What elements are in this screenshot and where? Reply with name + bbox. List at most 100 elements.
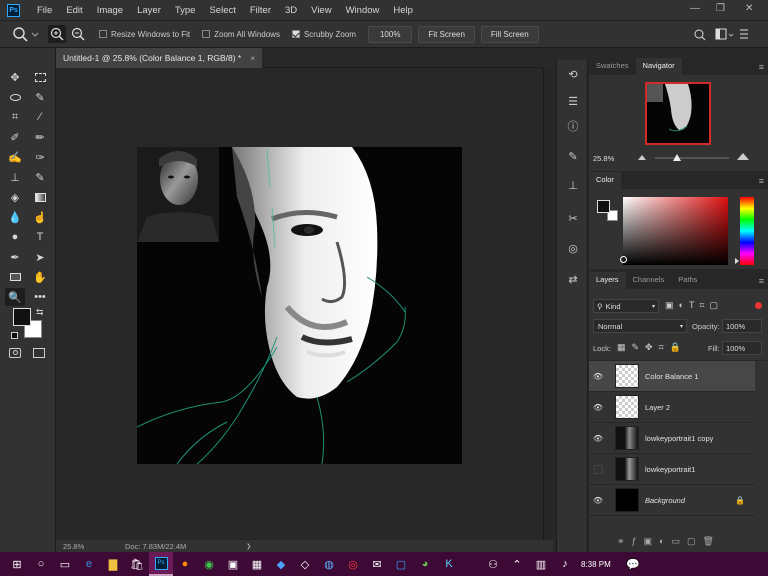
task-view-icon[interactable]: ▭ xyxy=(53,552,77,576)
dodge-tool-icon[interactable]: ● xyxy=(5,228,25,246)
document-canvas[interactable] xyxy=(137,147,462,464)
firefox-icon[interactable]: ● xyxy=(173,552,197,576)
restore-icon[interactable]: ❐ xyxy=(716,3,725,14)
close-tab-icon[interactable]: × xyxy=(250,53,255,63)
panel-menu-icon[interactable]: ≡ xyxy=(759,176,764,186)
color-foreground-swatch[interactable] xyxy=(597,200,610,213)
store-icon[interactable]: 🛍 xyxy=(125,552,149,576)
move-tool-icon[interactable]: ✥ xyxy=(5,68,25,86)
menu-filter[interactable]: Filter xyxy=(243,5,278,16)
menu-view[interactable]: View xyxy=(304,5,338,16)
zoom-tool-selected-icon[interactable]: 🔍 xyxy=(5,288,25,306)
canvas-area[interactable] xyxy=(56,68,543,540)
filter-toggle-icon[interactable] xyxy=(755,302,762,309)
visibility-off-box[interactable] xyxy=(589,464,607,474)
layer-row[interactable]: 👁 lowkeyportrait1 copy xyxy=(589,423,755,454)
scrubby-zoom-checkbox[interactable]: Scrubby Zoom xyxy=(291,30,356,39)
zoom-in-icon[interactable] xyxy=(48,25,66,43)
zoom-out-icon[interactable] xyxy=(69,25,87,43)
hue-slider[interactable] xyxy=(740,197,754,265)
pen-tool-icon[interactable]: ✒ xyxy=(5,248,25,266)
menu-help[interactable]: Help xyxy=(386,5,420,16)
menu-layer[interactable]: Layer xyxy=(130,5,168,16)
windows-start-icon[interactable]: ⊞ xyxy=(5,552,29,576)
edge-browser-icon[interactable]: e xyxy=(77,552,101,576)
file-explorer-icon[interactable]: ▇ xyxy=(101,552,125,576)
people-icon[interactable]: ⚇ xyxy=(481,552,505,576)
menu-file[interactable]: File xyxy=(30,5,59,16)
document-tab[interactable]: Untitled-1 @ 25.8% (Color Balance 1, RGB… xyxy=(56,48,262,68)
system-tray-icon[interactable]: ⌃ xyxy=(505,552,529,576)
layer-row[interactable]: 👁 Color Balance 1 xyxy=(589,361,755,392)
brushes-icon[interactable]: ✎ xyxy=(564,148,582,164)
tab-color[interactable]: Color xyxy=(589,172,621,189)
eye-icon[interactable]: 👁 xyxy=(589,403,607,412)
screen-mode-icon[interactable] xyxy=(33,348,45,358)
opacity-field[interactable]: 100% xyxy=(722,319,762,333)
eye-icon[interactable]: 👁 xyxy=(589,372,607,381)
eyedropper-tool-icon[interactable]: ⁄ xyxy=(30,108,50,126)
crop-tool-icon[interactable]: ⌗ xyxy=(5,108,25,126)
notification-icon[interactable]: 💬 xyxy=(621,552,645,576)
marquee-tool-icon[interactable] xyxy=(30,68,50,86)
layer-row[interactable]: 👁 Layer 2 xyxy=(589,392,755,423)
minimize-icon[interactable]: — xyxy=(690,3,700,14)
network-icon[interactable]: ▥ xyxy=(529,552,553,576)
foreground-color-swatch[interactable] xyxy=(13,308,31,326)
vertical-scrollbar[interactable] xyxy=(543,68,553,540)
history-brush-icon[interactable]: ✎ xyxy=(30,168,50,186)
zoom-out-mountain-icon[interactable] xyxy=(638,155,646,160)
app-icon[interactable]: ◎ xyxy=(341,552,365,576)
hue-slider-marker[interactable] xyxy=(735,258,739,264)
zoom-in-mountain-icon[interactable] xyxy=(737,153,749,160)
path-select-icon[interactable]: ➤ xyxy=(30,248,50,266)
app-icon[interactable]: ▣ xyxy=(221,552,245,576)
search-icon[interactable]: ○ xyxy=(29,552,53,576)
hand-tool-icon[interactable]: ✋ xyxy=(30,268,50,286)
app-icon[interactable]: ◆ xyxy=(269,552,293,576)
panel-menu-icon[interactable]: ≡ xyxy=(759,276,764,286)
blur-tool-icon[interactable]: 💧 xyxy=(5,208,25,226)
blend-mode-select[interactable]: Normal ▾ xyxy=(593,319,687,333)
tab-channels[interactable]: Channels xyxy=(626,272,672,289)
zoom-value-field[interactable]: 100% xyxy=(367,25,413,43)
fit-screen-button[interactable]: Fit Screen xyxy=(418,25,475,43)
photoshop-taskbar-icon[interactable]: Ps xyxy=(149,552,173,576)
navigator-zoom-slider[interactable] xyxy=(655,157,729,159)
lock-icons[interactable]: ▦✎✥⌗🔒 xyxy=(617,342,687,353)
more-tools-icon[interactable]: ••• xyxy=(30,288,50,306)
volume-icon[interactable]: ♪ xyxy=(553,552,577,576)
quick-select-tool-icon[interactable]: ✎ xyxy=(30,88,50,106)
tab-swatches[interactable]: Swatches xyxy=(589,58,636,75)
navigator-slider-thumb[interactable] xyxy=(673,154,682,161)
color-field[interactable] xyxy=(623,197,728,265)
navigator-preview[interactable] xyxy=(645,82,711,145)
navigator-zoom-value[interactable]: 25.8% xyxy=(593,154,614,163)
menu-select[interactable]: Select xyxy=(202,5,242,16)
swap-colors-icon[interactable]: ⇆ xyxy=(36,307,44,318)
photoshop-alt-icon[interactable]: ▢ xyxy=(389,552,413,576)
color-picker-cursor[interactable] xyxy=(620,256,627,263)
status-zoom[interactable]: 25.8% xyxy=(63,542,103,551)
app-icon[interactable]: ◇ xyxy=(293,552,317,576)
layer-row[interactable]: 👁 Background 🔒 xyxy=(589,485,755,516)
smudge-tool-icon[interactable]: ☝ xyxy=(30,208,50,226)
app-icon[interactable]: ◍ xyxy=(317,552,341,576)
tab-navigator[interactable]: Navigator xyxy=(635,58,682,75)
taskbar-clock[interactable]: 8:38 PM xyxy=(581,560,611,569)
layer-comps-icon[interactable]: ⇄ xyxy=(564,271,582,287)
mixer-brush-icon[interactable]: ✑ xyxy=(30,148,50,166)
lasso-tool-icon[interactable] xyxy=(5,88,25,106)
brush-tool-icon[interactable]: ✍ xyxy=(5,148,25,166)
info-icon[interactable]: ⓘ xyxy=(564,118,582,134)
tool-presets-icon[interactable]: ✂ xyxy=(564,210,582,226)
layer-filter-icons[interactable]: ▣◐T⌗▢ xyxy=(665,300,723,311)
zoom-tool-icon[interactable] xyxy=(10,25,40,43)
healing-brush-icon[interactable]: ✐ xyxy=(5,128,25,146)
chrome-icon[interactable]: ◉ xyxy=(197,552,221,576)
eye-icon[interactable]: 👁 xyxy=(589,496,607,505)
tab-paths[interactable]: Paths xyxy=(671,272,704,289)
status-menu-arrow[interactable]: ❯ xyxy=(246,543,251,550)
close-icon[interactable]: ✕ xyxy=(745,3,753,14)
menu-window[interactable]: Window xyxy=(339,5,387,16)
